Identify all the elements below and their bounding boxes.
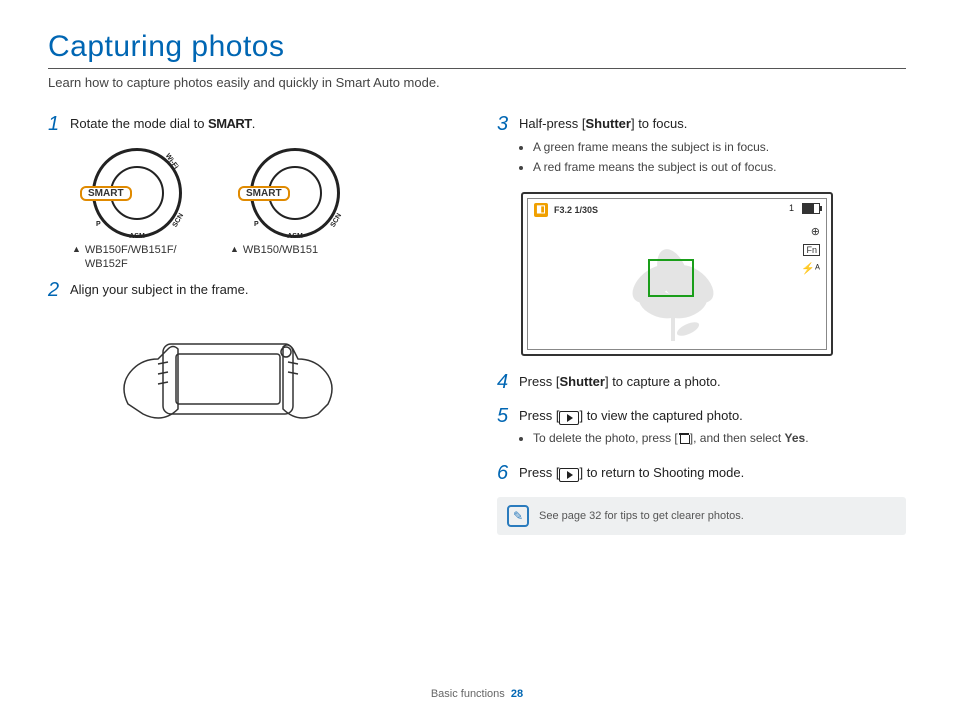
dial-block-2: SMART P ASM SCN ▲ WB150/WB151: [230, 148, 360, 272]
mode-dial-illustration: SMART P ASM SCN Wi-Fi: [92, 148, 182, 238]
osd-top-left: ◧ F3.2 1/30S: [534, 203, 598, 217]
step4-post: ] to capture a photo.: [605, 374, 721, 389]
step1-pre: Rotate the mode dial to: [70, 116, 208, 131]
step-4: 4 Press [Shutter] to capture a photo.: [497, 372, 906, 392]
mode-dial-illustration: SMART P ASM SCN: [250, 148, 340, 238]
page-title: Capturing photos: [48, 30, 906, 64]
step3-bullets: A green frame means the subject is in fo…: [519, 138, 776, 176]
shutter-label: Shutter: [559, 374, 605, 389]
playback-icon: [559, 468, 579, 482]
trash-icon: [678, 432, 690, 444]
smart-mode-label: SMART: [208, 116, 252, 131]
step-6: 6 Press [ ] to return to Shooting mode.: [497, 463, 906, 483]
footer-section: Basic functions: [431, 688, 505, 700]
step4-pre: Press [: [519, 374, 559, 389]
step2-text: Align your subject in the frame.: [70, 280, 248, 300]
fn-icon: Fn: [803, 244, 820, 256]
step-number: 2: [48, 280, 70, 300]
osd-exposure: F3.2 1/30S: [554, 205, 598, 215]
dial2-caption: WB150/WB151: [243, 244, 318, 258]
step5-bullet-pre: To delete the photo, press [: [533, 431, 678, 445]
list-item: To delete the photo, press [ ], and then …: [533, 429, 809, 447]
step3-pre: Half-press [: [519, 116, 585, 131]
triangle-icon: ▲: [72, 244, 81, 272]
flash-icon: ⚡ᴬ: [801, 262, 820, 275]
step5-post: ] to view the captured photo.: [579, 408, 742, 423]
left-column: 1 Rotate the mode dial to SMART. SMART P…: [48, 114, 457, 535]
dial-smart-tag: SMART: [238, 186, 290, 201]
footer-page: 28: [511, 688, 523, 700]
playback-icon: [559, 411, 579, 425]
right-column: 3 Half-press [Shutter] to focus. A green…: [497, 114, 906, 535]
mode-dials-row: SMART P ASM SCN Wi-Fi ▲WB150F/WB151F/ WB…: [72, 148, 457, 272]
step3-post: ] to focus.: [631, 116, 687, 131]
dial-block-1: SMART P ASM SCN Wi-Fi ▲WB150F/WB151F/ WB…: [72, 148, 202, 272]
step1-post: .: [252, 116, 256, 131]
step5-bullet-post: ], and then select: [690, 431, 785, 445]
dial-mark-p: P: [96, 221, 101, 228]
shutter-label: Shutter: [585, 116, 631, 131]
tip-icon: ✎: [507, 505, 529, 527]
triangle-icon: ▲: [230, 244, 239, 258]
step-5: 5 Press [ ] to view the captured photo. T…: [497, 406, 906, 450]
step-number: 4: [497, 372, 519, 392]
step-3: 3 Half-press [Shutter] to focus. A green…: [497, 114, 906, 178]
focus-frame: [648, 259, 694, 297]
dial-smart-tag: SMART: [80, 186, 132, 201]
step-1: 1 Rotate the mode dial to SMART.: [48, 114, 457, 134]
list-item: A red frame means the subject is out of …: [533, 158, 776, 176]
lead-text: Learn how to capture photos easily and q…: [48, 75, 906, 90]
dial1-caption: WB150F/WB151F/ WB152F: [85, 244, 202, 272]
step6-post: ] to return to Shooting mode.: [579, 465, 744, 480]
step-number: 5: [497, 406, 519, 450]
step-2: 2 Align your subject in the frame.: [48, 280, 457, 300]
step5-pre: Press [: [519, 408, 559, 423]
step6-pre: Press [: [519, 465, 559, 480]
mode-icon: ◧: [534, 203, 548, 217]
step-number: 3: [497, 114, 519, 178]
title-rule: [48, 68, 906, 69]
dial-mark-asm: ASM: [287, 233, 303, 240]
osd-right: ⊕ Fn ⚡ᴬ: [801, 225, 820, 275]
dial-mark-p: P: [254, 221, 259, 228]
zoom-icon: ⊕: [811, 225, 820, 238]
lcd-screen-illustration: ◧ F3.2 1/30S 1 ⊕ Fn ⚡ᴬ: [521, 192, 833, 356]
camera-hold-illustration: [108, 314, 457, 439]
battery-icon: [802, 203, 820, 214]
tip-box: ✎ See page 32 for tips to get clearer ph…: [497, 497, 906, 535]
osd-top-right: 1: [789, 203, 820, 214]
list-item: A green frame means the subject is in fo…: [533, 138, 776, 156]
osd-shots: 1: [789, 203, 794, 213]
step-number: 1: [48, 114, 70, 134]
page-footer: Basic functions 28: [0, 688, 954, 700]
yes-label: Yes: [785, 431, 806, 445]
dial-mark-asm: ASM: [129, 233, 145, 240]
step-number: 6: [497, 463, 519, 483]
tip-text: See page 32 for tips to get clearer phot…: [539, 510, 744, 522]
